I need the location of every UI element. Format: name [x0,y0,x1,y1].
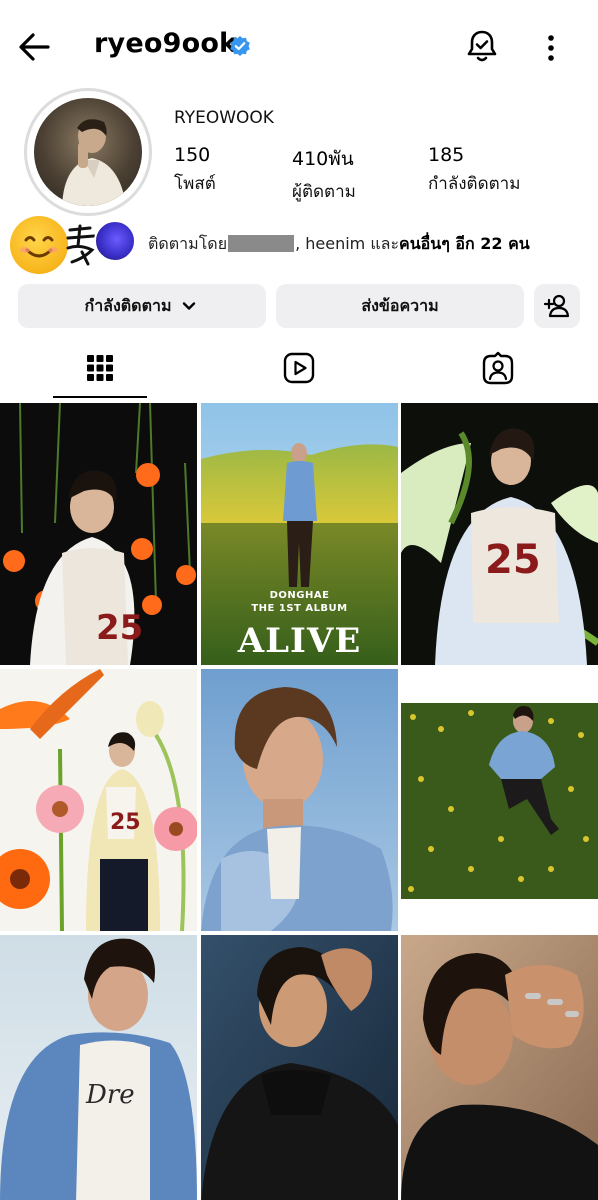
following-button[interactable]: กำลังติดตาม [18,284,266,328]
mutual-follower-avatar-3 [94,220,136,262]
post-image: 25 [3,403,196,665]
verified-badge-icon [230,36,250,56]
stat-followers[interactable]: 410พัน ผู้ติดตาม [292,144,356,205]
tab-tagged[interactable] [451,340,545,396]
notification-settings-button[interactable] [462,26,502,66]
top-bar: ryeo9ook [0,0,598,96]
smiling-face-icon [20,236,58,258]
post-thumbnail-album[interactable]: DONGHAE THE 1ST ALBUM ALIVE [201,403,398,665]
post-thumbnail[interactable]: 25 [0,669,197,931]
stat-followers-label: ผู้ติดตาม [292,182,356,202]
post-thumbnail[interactable] [201,935,398,1200]
display-name: RYEOWOOK [174,108,274,128]
message-button[interactable]: ส่งข้อความ [276,284,524,328]
album-title: ALIVE [237,621,362,661]
stat-posts-value: 150 [174,144,211,166]
suggested-users-button[interactable] [534,284,580,328]
post-thumbnail[interactable]: 25 [0,403,197,665]
post-image: 25 [401,428,598,665]
tab-reels[interactable] [252,340,346,396]
reels-icon [283,352,315,384]
svg-text:Dre: Dre [85,1080,135,1110]
post-thumbnail[interactable] [201,669,398,931]
bell-check-icon [467,30,497,62]
chevron-down-icon [182,302,195,310]
post-image [401,703,598,899]
back-button[interactable] [14,26,56,68]
stat-following-label: กำลังติดตาม [428,174,521,194]
album-caption: DONGHAE THE 1ST ALBUM [201,589,398,615]
svg-text:25: 25 [485,537,541,583]
more-options-button[interactable] [536,28,566,68]
post-thumbnail[interactable] [401,669,598,931]
add-person-icon [543,294,570,318]
more-vertical-icon [548,35,554,61]
followed-by-name[interactable]: , heenim [295,234,365,253]
post-thumbnail[interactable]: 25 [401,403,598,665]
post-image: Dre [0,935,197,1200]
post-image: 25 [0,669,197,931]
stat-following[interactable]: 185 กำลังติดตาม [428,144,520,197]
profile-username: ryeo9ook [94,28,238,59]
followed-by-others[interactable]: คนอื่นๆ อีก 22 คน [399,234,530,253]
followed-by-row[interactable]: ติดตามโดย , heenim และคนอื่นๆ อีก 22 คน [10,214,590,274]
post-image [401,935,598,1200]
album-edition-line: THE 1ST ALBUM [251,603,348,614]
post-thumbnail[interactable]: Dre [0,935,197,1200]
post-thumbnail[interactable] [401,935,598,1200]
active-tab-indicator [53,396,147,398]
avatar-photo [62,119,126,206]
stat-followers-value: 410พัน [292,148,354,170]
tab-posts[interactable] [53,340,147,396]
arrow-left-icon [19,33,50,61]
svg-text:25: 25 [110,810,141,835]
stat-following-value: 185 [428,144,465,166]
redacted-username [228,235,295,252]
followed-by-connector: และ [365,234,400,253]
message-button-label: ส่งข้อความ [361,295,439,315]
stat-posts-label: โพสต์ [174,174,216,194]
following-button-label: กำลังติดตาม [84,295,172,315]
tagged-person-icon [482,351,514,385]
grid-icon [87,355,113,381]
followed-by-prefix: ติดตามโดย [148,234,228,253]
album-artist-line: DONGHAE [269,590,330,601]
stat-posts[interactable]: 150 โพสต์ [174,144,216,197]
mutual-follower-avatar-1 [10,216,68,274]
post-image [201,669,398,931]
avatar[interactable] [34,98,142,206]
followed-by-text: ติดตามโดย , heenim และคนอื่นๆ อีก 22 คน [148,232,530,257]
post-image [201,935,398,1200]
svg-text:25: 25 [96,608,143,648]
